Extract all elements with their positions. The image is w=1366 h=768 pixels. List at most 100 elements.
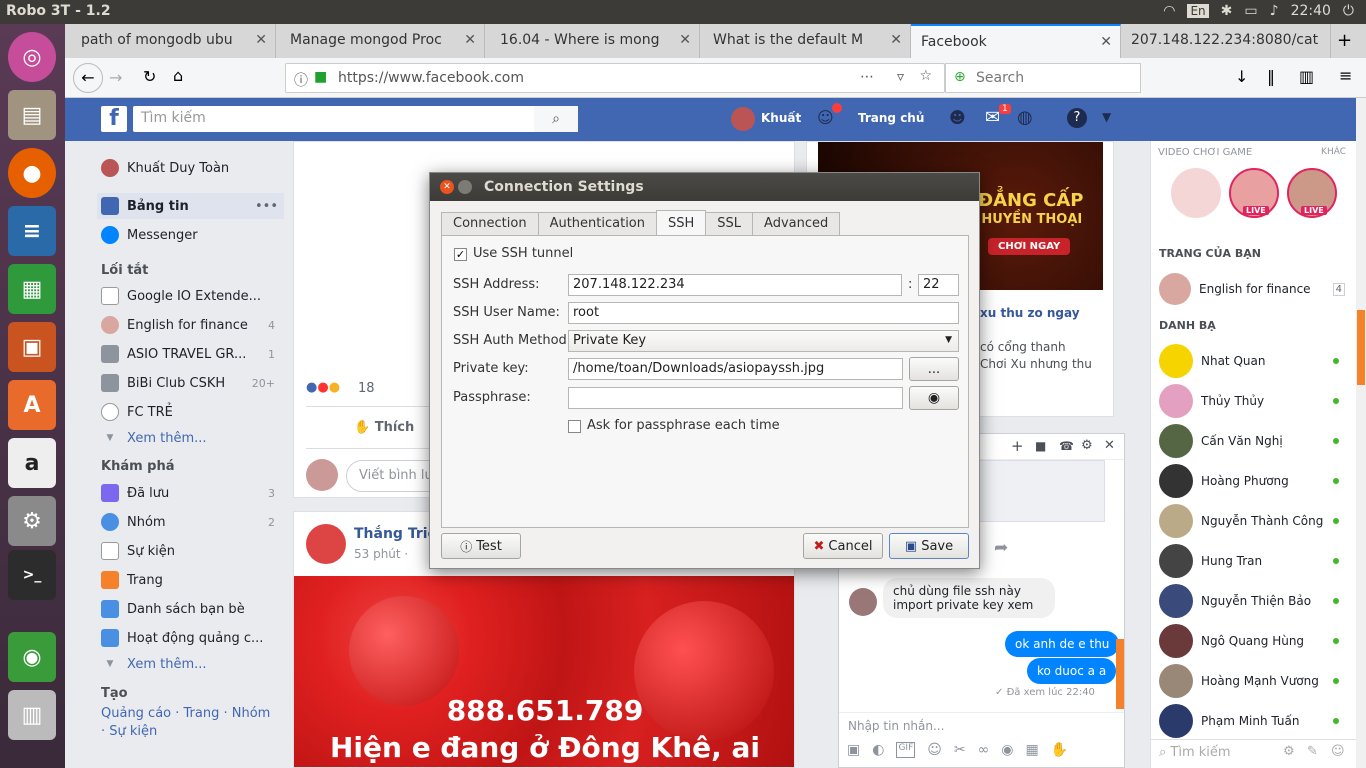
close-icon[interactable]: ✕ <box>1100 34 1112 50</box>
scrollbar-thumb[interactable] <box>1357 310 1365 385</box>
reactions-icon[interactable]: ●●● <box>306 380 340 395</box>
contacts-search[interactable]: ⌕ Tìm kiếm ⚙ ✎ ☺ <box>1151 739 1356 768</box>
shortcut-item[interactable]: English for finance 4 <box>101 312 281 338</box>
browser-tab[interactable]: 16.04 - Where is mong ✕ <box>490 24 700 58</box>
bluetooth-icon[interactable]: ✱ <box>1221 3 1233 19</box>
ssh-port-input[interactable]: 22 <box>918 274 959 296</box>
close-icon[interactable]: ✕ <box>440 180 454 194</box>
gear-icon[interactable]: ⚙ <box>1283 744 1295 759</box>
settings-icon[interactable]: ⚙ <box>8 496 56 546</box>
pocket-icon[interactable]: ▿ <box>897 69 904 85</box>
close-icon[interactable]: ✕ <box>890 32 902 48</box>
gif-icon[interactable]: GIF <box>896 742 916 758</box>
emoji-icon[interactable]: ☺ <box>927 742 942 758</box>
chevron-down-icon[interactable]: ▼ <box>1102 110 1111 124</box>
create-links[interactable]: Quảng cáo · Trang · Nhóm · Sự kiện <box>101 705 271 741</box>
explore-item[interactable]: Sự kiện <box>101 538 281 564</box>
page-actions-icon[interactable]: ⋯ <box>860 69 874 85</box>
chat-input[interactable]: Nhập tin nhắn... <box>839 712 1124 738</box>
robo3t-icon[interactable]: ◉ <box>8 632 56 682</box>
avatar[interactable] <box>306 524 346 564</box>
files-icon[interactable]: ▤ <box>8 90 56 140</box>
back-icon[interactable]: ← <box>73 63 103 93</box>
tab-authentication[interactable]: Authentication <box>537 212 657 236</box>
sticker-icon[interactable]: ◐ <box>872 742 884 758</box>
impress-icon[interactable]: ▣ <box>8 322 56 372</box>
explore-item[interactable]: Đã lưu 3 <box>101 480 281 506</box>
share-icon[interactable]: ➦ <box>994 538 1008 558</box>
ask-passphrase-checkbox[interactable] <box>568 420 581 433</box>
test-button[interactable]: ⓘ Test <box>441 533 521 559</box>
friend-requests-icon[interactable]: ☺ <box>817 108 834 127</box>
tab-ssl[interactable]: SSL <box>705 212 754 236</box>
post-image[interactable]: 888.651.789 Hiện e đang ở Đông Khê, ai <box>294 576 794 767</box>
attach-icon[interactable]: ✂ <box>954 742 966 758</box>
contact-item[interactable]: Nhat Quan <box>1159 343 1349 379</box>
browser-tab-active[interactable]: Facebook ✕ <box>911 24 1121 58</box>
close-icon[interactable]: ✕ <box>464 32 476 48</box>
explore-item[interactable]: Trang <box>101 567 281 593</box>
contact-item[interactable]: Nguyễn Thiện Bảo <box>1159 583 1349 619</box>
see-more-link[interactable]: ▼ Xem thêm... <box>101 425 281 451</box>
explore-item[interactable]: Danh sách bạn bè <box>101 596 281 622</box>
globe-icon[interactable]: ◍ <box>1017 107 1033 128</box>
friends-icon[interactable]: ☻ <box>949 108 966 127</box>
use-ssh-checkbox[interactable]: ✓ <box>454 248 467 261</box>
tab-ssh[interactable]: SSH <box>656 210 707 236</box>
image-icon[interactable]: ▣ <box>847 742 860 758</box>
post-time[interactable]: 53 phút · <box>354 547 408 561</box>
shortcut-item[interactable]: FC TRẺ <box>101 399 281 425</box>
contact-item[interactable]: Hung Tran <box>1159 543 1349 579</box>
downloads-icon[interactable]: ↓ <box>1235 67 1248 86</box>
add-user-icon[interactable]: + <box>1011 437 1024 455</box>
battery-icon[interactable]: ▭ <box>1244 3 1257 19</box>
shortcut-item[interactable]: ASIO TRAVEL GR... 1 <box>101 341 281 367</box>
url-bar[interactable]: ⓘ ■ https://www.facebook.com ⋯ ▿ ☆ <box>285 63 945 93</box>
shared-image[interactable] <box>979 460 1105 522</box>
news-feed-link[interactable]: Bảng tin ••• <box>97 193 284 219</box>
help-icon[interactable]: ? <box>1067 108 1087 128</box>
info-icon[interactable]: ⓘ <box>294 70 308 90</box>
contact-item[interactable]: Hoàng Mạnh Vương <box>1159 663 1349 699</box>
ad-title[interactable]: xu thu zo ngay <box>980 306 1080 320</box>
ssh-address-input[interactable]: 207.148.122.234 <box>568 274 902 296</box>
see-more-link[interactable]: ▼ Xem thêm... <box>101 651 281 677</box>
more-icon[interactable]: ••• <box>255 199 278 214</box>
contact-item[interactable]: Nguyễn Thành Công <box>1159 503 1349 539</box>
facebook-logo[interactable]: f <box>101 106 127 132</box>
private-key-input[interactable]: /home/toan/Downloads/asiopayssh.jpg <box>568 358 903 380</box>
thumbs-up-icon[interactable]: ✋ <box>1051 742 1068 758</box>
minimize-icon[interactable] <box>458 180 472 194</box>
live-avatar[interactable] <box>1171 168 1221 218</box>
menu-icon[interactable]: ≡ <box>1339 66 1352 85</box>
passphrase-input[interactable] <box>568 387 903 409</box>
contact-item[interactable]: Ngô Quang Hùng <box>1159 623 1349 659</box>
bookmark-star-icon[interactable]: ☆ <box>919 68 932 84</box>
software-center-icon[interactable]: A <box>8 380 56 430</box>
browser-tab[interactable]: What is the default M ✕ <box>703 24 911 58</box>
power-icon[interactable]: ⏻ <box>1343 3 1354 19</box>
save-button[interactable]: ▣ Save <box>889 533 969 559</box>
post-author[interactable]: Thắng Triệ <box>354 526 437 542</box>
amazon-icon[interactable]: a <box>8 438 56 488</box>
use-ssh-label[interactable]: Use SSH tunnel <box>473 246 573 261</box>
explore-item[interactable]: Nhóm 2 <box>101 509 281 535</box>
search-input[interactable]: ⊕ Search <box>945 63 1141 93</box>
contact-item[interactable]: Cấn Văn Nghị <box>1159 423 1349 459</box>
group-chat-icon[interactable]: ☺ <box>1331 744 1345 759</box>
show-password-button[interactable]: ◉ <box>909 386 959 410</box>
gear-icon[interactable]: ⚙ <box>1081 438 1093 453</box>
terminal-icon[interactable]: >_ <box>8 550 56 600</box>
shortcut-item[interactable]: Google IO Extende... <box>101 283 281 309</box>
profile-link[interactable]: Khuất Duy Toàn <box>101 155 281 181</box>
calc-icon[interactable]: ▦ <box>8 264 56 314</box>
browse-button[interactable]: ... <box>909 357 959 381</box>
contact-item[interactable]: Hoàng Phương <box>1159 463 1349 499</box>
browser-tab[interactable]: path of mongodb ubu ✕ <box>71 24 276 58</box>
compose-icon[interactable]: ✎ <box>1307 744 1318 759</box>
trash-icon[interactable]: ▥ <box>8 690 56 740</box>
avatar[interactable] <box>731 107 755 131</box>
video-more-link[interactable]: KHÁC <box>1321 147 1346 157</box>
like-button[interactable]: ✋ Thích <box>354 420 414 435</box>
messages-icon[interactable]: ✉ <box>985 107 1000 128</box>
